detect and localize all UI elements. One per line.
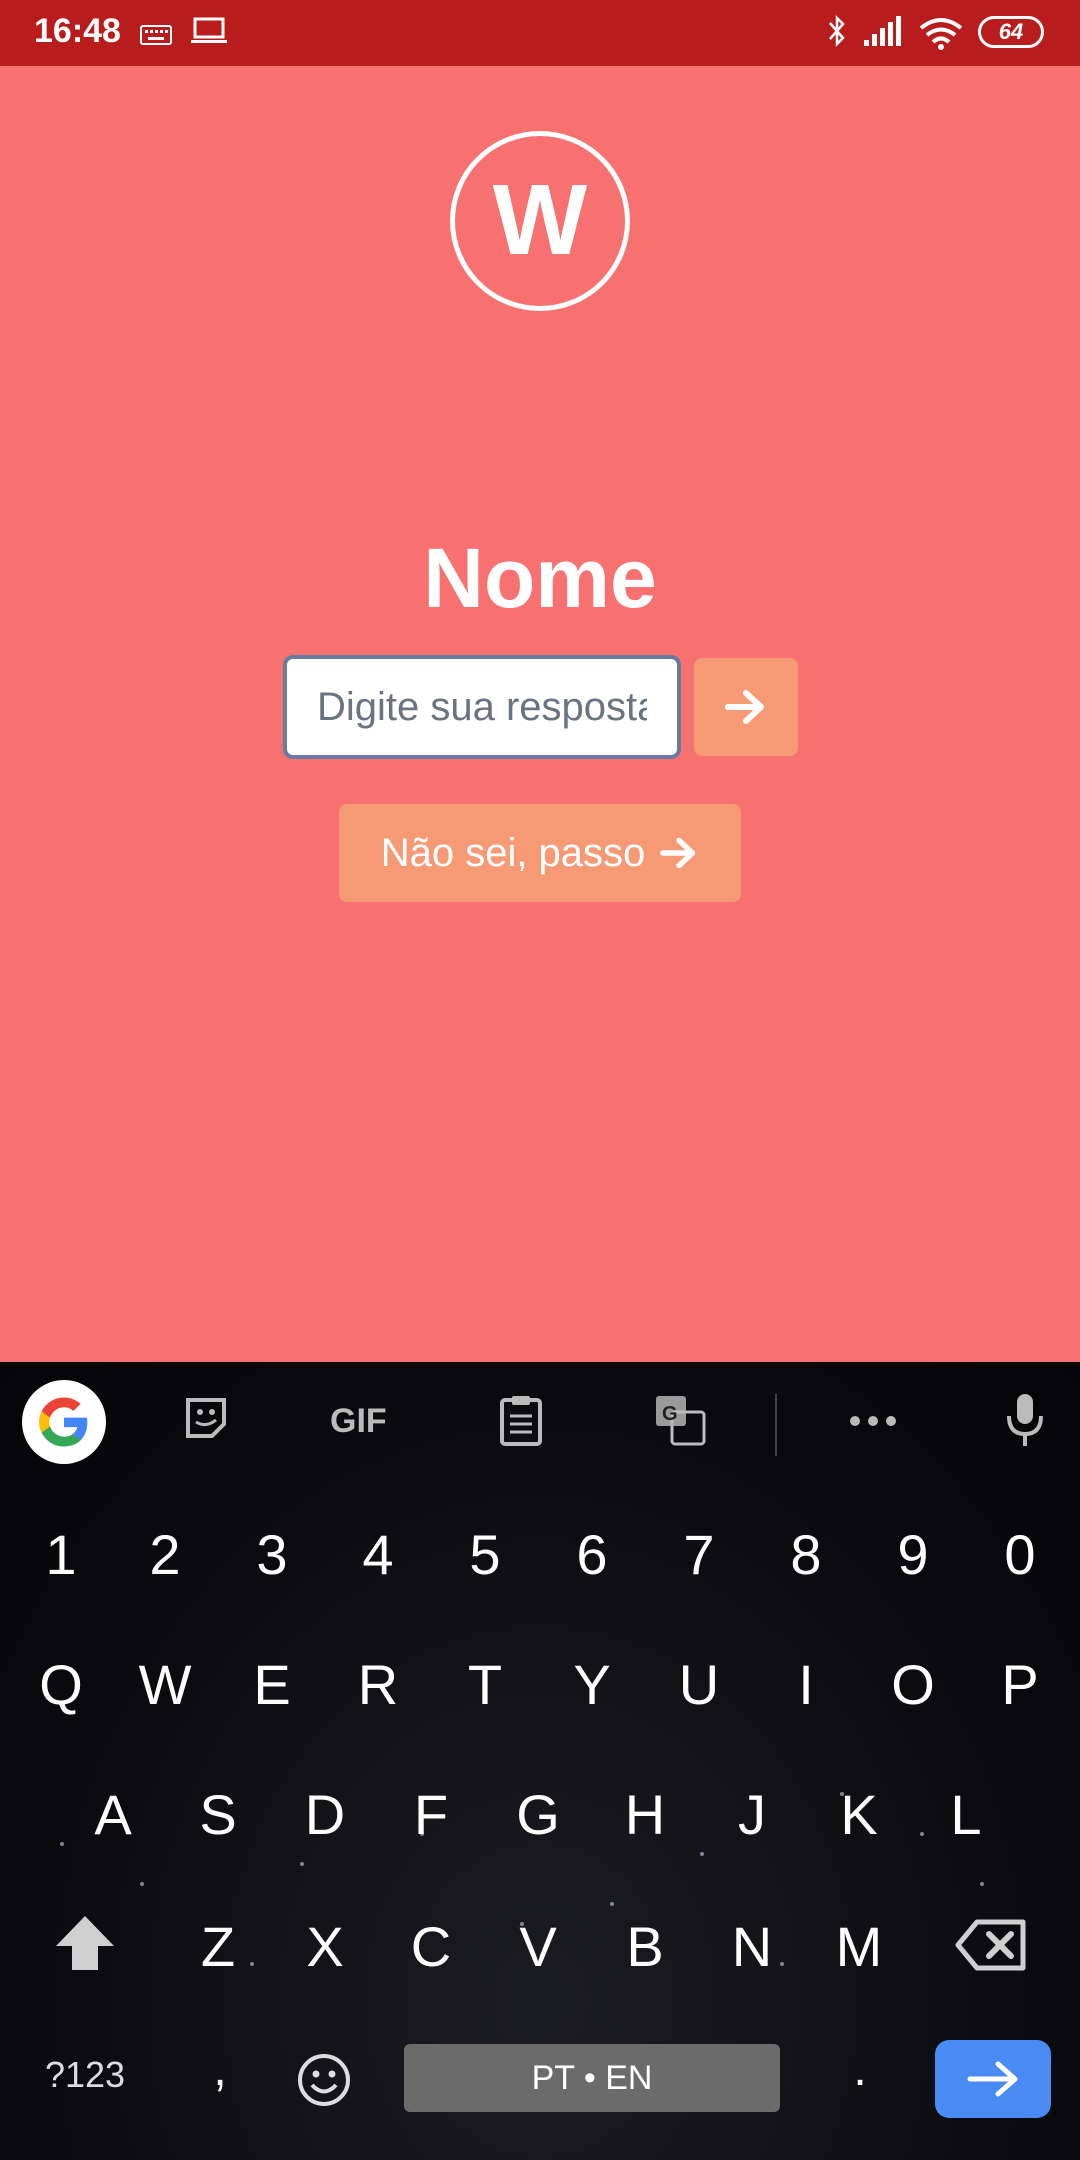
skip-button-label: Não sei, passo <box>380 830 646 875</box>
key-f[interactable]: F <box>386 1782 476 1847</box>
status-time: 16:48 <box>34 12 121 50</box>
logo-letter: W <box>492 164 588 276</box>
key-7[interactable]: 7 <box>654 1522 744 1587</box>
status-bar: 16:48 64 <box>0 0 1080 66</box>
key-n[interactable]: N <box>707 1914 797 1979</box>
mic-icon[interactable] <box>1006 1392 1044 1448</box>
key-s[interactable]: S <box>173 1782 263 1847</box>
shift-icon[interactable] <box>54 1914 116 1972</box>
key-u[interactable]: U <box>654 1652 744 1717</box>
key-h[interactable]: H <box>600 1782 690 1847</box>
key-j[interactable]: J <box>707 1782 797 1847</box>
key-x[interactable]: X <box>280 1914 370 1979</box>
key-w[interactable]: W <box>120 1652 210 1717</box>
key-8[interactable]: 8 <box>761 1522 851 1587</box>
key-g[interactable]: G <box>493 1782 583 1847</box>
question-title: Nome <box>423 531 657 625</box>
comma-key[interactable]: , <box>175 2042 265 2097</box>
period-key[interactable]: . <box>815 2042 905 2097</box>
enter-key[interactable] <box>935 2040 1051 2118</box>
translate-icon[interactable]: G <box>654 1394 706 1446</box>
key-3[interactable]: 3 <box>227 1522 317 1587</box>
key-l[interactable]: L <box>921 1782 1011 1847</box>
symbols-key[interactable]: ?123 <box>30 2054 140 2096</box>
key-k[interactable]: K <box>814 1782 904 1847</box>
bluetooth-icon <box>829 14 845 48</box>
svg-text:G: G <box>662 1403 678 1425</box>
arrow-right-icon <box>725 690 764 724</box>
signal-icon <box>864 16 901 46</box>
key-9[interactable]: 9 <box>868 1522 958 1587</box>
arrow-right-icon <box>967 2061 1018 2097</box>
key-v[interactable]: V <box>493 1914 583 1979</box>
arrow-right-icon <box>660 837 696 869</box>
key-p[interactable]: P <box>975 1652 1065 1717</box>
sticker-icon[interactable] <box>182 1394 230 1442</box>
key-o[interactable]: O <box>868 1652 958 1717</box>
toolbar-divider <box>775 1394 777 1456</box>
google-icon[interactable] <box>22 1380 106 1464</box>
skip-button[interactable]: Não sei, passo <box>339 804 741 902</box>
wifi-icon <box>919 18 963 50</box>
key-1[interactable]: 1 <box>16 1522 106 1587</box>
key-r[interactable]: R <box>333 1652 423 1717</box>
keyboard-icon <box>140 25 172 45</box>
keyboard-toolbar: GIF G <box>0 1362 1080 1482</box>
key-y[interactable]: Y <box>547 1652 637 1717</box>
key-c[interactable]: C <box>386 1914 476 1979</box>
more-icon[interactable] <box>848 1414 898 1428</box>
battery-icon: 64 <box>978 16 1044 48</box>
submit-button[interactable] <box>694 658 798 756</box>
key-0[interactable]: 0 <box>975 1522 1065 1587</box>
clipboard-icon[interactable] <box>498 1394 544 1446</box>
key-q[interactable]: Q <box>16 1652 106 1717</box>
laptop-icon <box>191 17 227 43</box>
battery-level: 64 <box>998 19 1024 44</box>
backspace-icon[interactable] <box>955 1918 1027 1972</box>
answer-input[interactable] <box>283 655 681 759</box>
gif-icon[interactable]: GIF <box>330 1402 387 1441</box>
key-m[interactable]: M <box>814 1914 904 1979</box>
space-bar[interactable]: PT • EN <box>404 2044 780 2112</box>
key-z[interactable]: Z <box>173 1914 263 1979</box>
key-b[interactable]: B <box>600 1914 690 1979</box>
space-bar-label: PT • EN <box>531 2059 653 2097</box>
key-6[interactable]: 6 <box>547 1522 637 1587</box>
key-t[interactable]: T <box>440 1652 530 1717</box>
key-a[interactable]: A <box>68 1782 158 1847</box>
key-5[interactable]: 5 <box>440 1522 530 1587</box>
soft-keyboard: GIF G 1 2 3 4 5 6 7 8 9 0 Q W E R T Y U … <box>0 1362 1080 2160</box>
key-d[interactable]: D <box>280 1782 370 1847</box>
key-2[interactable]: 2 <box>120 1522 210 1587</box>
key-i[interactable]: I <box>761 1652 851 1717</box>
emoji-icon[interactable] <box>296 2052 352 2108</box>
key-4[interactable]: 4 <box>333 1522 423 1587</box>
logo: W <box>450 131 630 311</box>
key-e[interactable]: E <box>227 1652 317 1717</box>
